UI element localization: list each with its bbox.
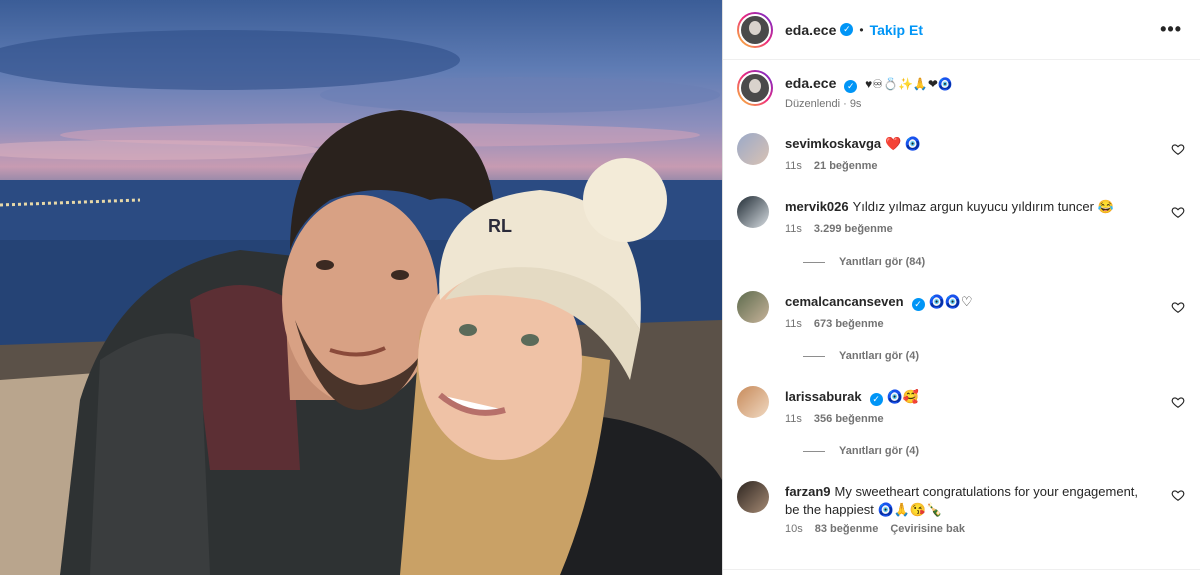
- view-replies-link[interactable]: Yanıtları gör (4): [803, 445, 919, 457]
- comment-avatar[interactable]: [737, 481, 769, 513]
- comment-avatar[interactable]: [737, 291, 769, 323]
- post-photo[interactable]: RL: [0, 0, 722, 575]
- comment-username[interactable]: sevimkoskavga: [785, 136, 881, 151]
- comment-time: 11s: [785, 413, 802, 425]
- svg-text:RL: RL: [488, 216, 512, 236]
- caption-text: ♥♾💍✨🙏❤🧿: [865, 77, 953, 91]
- post-header: eda.ece ✓ • Takip Et •••: [723, 0, 1200, 60]
- like-heart-icon[interactable]: [1171, 488, 1185, 502]
- comment-text: 🧿🧿♡: [928, 294, 973, 309]
- couple-selfie-image: RL: [0, 30, 722, 575]
- comment-username[interactable]: larissaburak: [785, 389, 862, 404]
- comment-time: 11s: [785, 318, 802, 330]
- comment-item: cemalcancanseven ✓ 🧿🧿♡ 11s 673 beğenme Yanı…: [737, 291, 1187, 371]
- view-replies-link[interactable]: Yanıtları gör (84): [803, 256, 925, 268]
- comment-avatar[interactable]: [737, 196, 769, 228]
- comment-time: 11s: [785, 160, 802, 172]
- comment-text: ❤️ 🧿: [885, 136, 922, 151]
- comment-time: 10s: [785, 523, 803, 535]
- comment-item: mervik026 Yıldız yılmaz argun kuyucu yıld…: [737, 196, 1187, 276]
- like-heart-icon[interactable]: [1171, 395, 1185, 409]
- comment-likes[interactable]: 3.299 beğenme: [814, 223, 893, 235]
- like-heart-icon[interactable]: [1171, 205, 1185, 219]
- comment-avatar[interactable]: [737, 133, 769, 165]
- comment-item: sevimkoskavga ❤️ 🧿 11s 21 beğenme: [737, 133, 1187, 183]
- more-options-icon[interactable]: •••: [1160, 20, 1182, 38]
- see-translation-link[interactable]: Çevirisine bak: [890, 523, 965, 535]
- like-heart-icon[interactable]: [1171, 142, 1185, 156]
- comment-item: farzan9 My sweetheart congratulations for…: [737, 481, 1187, 541]
- follow-button[interactable]: Takip Et: [870, 22, 923, 38]
- comment-username[interactable]: mervik026: [785, 199, 849, 214]
- comment-item: larissaburak ✓ 🧿🥰 11s 356 beğenme Yanıtları…: [737, 386, 1187, 462]
- caption-username[interactable]: eda.ece: [785, 75, 836, 91]
- caption-avatar[interactable]: [737, 70, 773, 106]
- action-bar-edge: [723, 569, 1200, 575]
- verified-icon: ✓: [911, 297, 925, 311]
- verified-icon: ✓: [869, 392, 883, 406]
- separator-dot: •: [859, 22, 864, 37]
- comment-likes[interactable]: 356 beğenme: [814, 413, 884, 425]
- post-username[interactable]: eda.ece: [785, 22, 836, 38]
- comment-avatar[interactable]: [737, 386, 769, 418]
- like-heart-icon[interactable]: [1171, 300, 1185, 314]
- verified-icon: ✓: [840, 23, 854, 36]
- comment-likes[interactable]: 83 beğenme: [815, 523, 879, 535]
- comment-time: 11s: [785, 223, 802, 235]
- comment-likes[interactable]: 21 beğenme: [814, 160, 878, 172]
- caption-meta: Düzenlendi · 9s: [785, 98, 862, 110]
- comment-text: 🧿🥰: [886, 389, 919, 404]
- comment-username[interactable]: cemalcancanseven: [785, 294, 904, 309]
- comment-text: My sweetheart congratulations for your e…: [785, 484, 1139, 517]
- comment-username[interactable]: farzan9: [785, 484, 831, 499]
- view-replies-link[interactable]: Yanıtları gör (4): [803, 350, 919, 362]
- comment-likes[interactable]: 673 beğenme: [814, 318, 884, 330]
- avatar[interactable]: [737, 11, 773, 48]
- comment-text: Yıldız yılmaz argun kuyucu yıldırım tunc…: [852, 199, 1114, 214]
- post-side-panel: eda.ece ✓ • Takip Et ••• eda.ece ✓ ♥♾💍✨🙏…: [722, 0, 1200, 575]
- verified-icon: ✓: [844, 80, 858, 93]
